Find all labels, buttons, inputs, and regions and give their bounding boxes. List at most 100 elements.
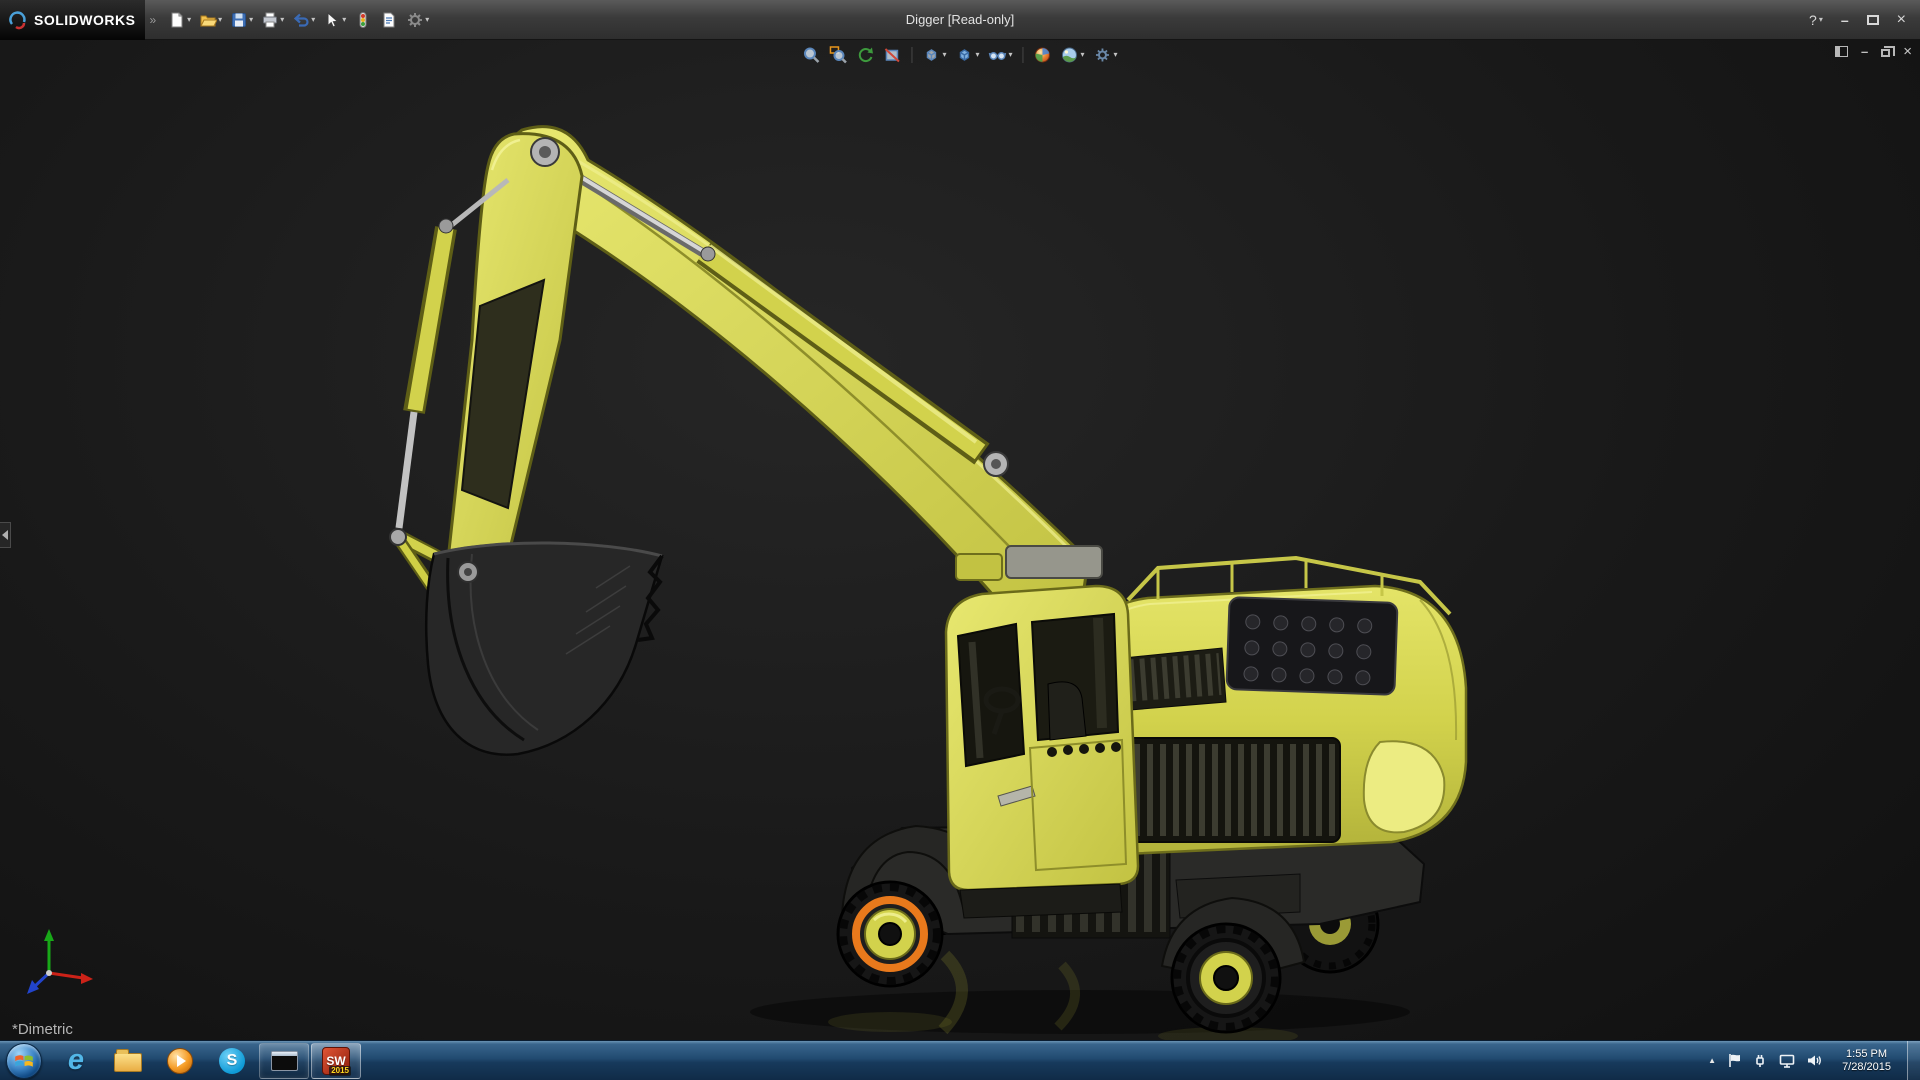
section-view-icon: [884, 48, 900, 63]
dropdown-arrow[interactable]: ▾: [942, 51, 946, 59]
dropdown-arrow[interactable]: ▾: [342, 15, 346, 24]
document-restore-button[interactable]: [1881, 46, 1896, 57]
apply-scene-icon: [1062, 47, 1078, 63]
dropdown-arrow: ▾: [1818, 14, 1823, 24]
dropdown-arrow[interactable]: ▾: [311, 15, 315, 24]
bucket[interactable]: [424, 541, 664, 756]
clock-date: 7/28/2015: [1842, 1060, 1891, 1073]
cab[interactable]: [944, 545, 1140, 919]
window-controls: ? ▾ – ×: [1809, 11, 1920, 29]
file-properties-button[interactable]: [378, 8, 400, 32]
select-button[interactable]: ▾: [321, 8, 348, 32]
previous-view-icon: [858, 47, 873, 63]
headsup-view-toolbar: ▾ ▾ ▾ ▾ ▾: [800, 44, 1119, 66]
show-desktop-button[interactable]: [1907, 1040, 1920, 1080]
solidworks-logo: SOLIDWORKS: [0, 0, 146, 40]
view-orientation-label: *Dimetric: [12, 1021, 73, 1038]
action-center-flag-icon[interactable]: [1728, 1053, 1741, 1068]
minimize-button[interactable]: –: [1841, 12, 1849, 28]
rebuild-traffic-light-icon: [359, 11, 367, 28]
dropdown-arrow[interactable]: ▾: [249, 15, 253, 24]
maximize-button[interactable]: [1866, 14, 1879, 25]
zoom-to-fit-button[interactable]: [800, 44, 822, 66]
graphics-area[interactable]: ▾ ▾ ▾ ▾ ▾ – × *Dimetric: [0, 40, 1920, 1040]
open-folder-icon: [200, 15, 218, 26]
taskbar-item-media-player[interactable]: [155, 1043, 205, 1079]
rebuild-button[interactable]: [352, 8, 374, 32]
zoom-to-fit-icon: [803, 47, 820, 63]
engine-vent-panel[interactable]: [1225, 596, 1399, 696]
view-orientation-button[interactable]: ▾: [920, 44, 948, 66]
edit-appearance-button[interactable]: [1032, 44, 1054, 66]
options-gear-icon: [408, 12, 423, 27]
taskbar-item-skype[interactable]: S: [207, 1043, 257, 1079]
skype-icon: S: [219, 1047, 245, 1074]
dropdown-arrow[interactable]: ▾: [1008, 51, 1012, 59]
brand-text: SOLIDWORKS: [34, 11, 136, 28]
previous-view-button[interactable]: [854, 44, 876, 66]
file-properties-icon: [383, 12, 395, 27]
orientation-triad: [27, 929, 93, 994]
wheel-rear-near[interactable]: [1170, 922, 1282, 1034]
taskbar-item-solidworks[interactable]: SW 2015: [311, 1042, 361, 1079]
toolbar-overflow-chevron[interactable]: »: [149, 13, 156, 27]
print-icon: [263, 12, 278, 27]
document-minimize-button[interactable]: –: [1861, 44, 1868, 59]
new-document-icon: [171, 12, 183, 27]
dropdown-arrow[interactable]: ▾: [280, 15, 284, 24]
start-button[interactable]: [6, 1042, 42, 1079]
help-button[interactable]: ? ▾: [1809, 12, 1823, 28]
apply-scene-button[interactable]: ▾: [1059, 44, 1087, 66]
view-orientation-cube-icon: [926, 49, 937, 61]
taskbar-item-internet-explorer[interactable]: e: [51, 1043, 101, 1079]
internet-explorer-icon: e: [67, 1044, 85, 1076]
display-style-icon: [959, 49, 970, 61]
options-button[interactable]: ▾: [404, 8, 431, 32]
help-glyph: ?: [1809, 11, 1817, 28]
solidworks-window: SOLIDWORKS » ▾ ▾ ▾ ▾ ▾ ▾ ▾ Digger [Read-…: [0, 0, 1920, 1080]
toolbar-separator: [1022, 47, 1024, 63]
select-cursor-icon: [327, 11, 339, 28]
close-button[interactable]: ×: [1897, 11, 1906, 29]
new-document-button[interactable]: ▾: [166, 8, 193, 32]
view-settings-button[interactable]: ▾: [1092, 44, 1120, 66]
command-prompt-icon: [270, 1050, 298, 1071]
dropdown-arrow[interactable]: ▾: [187, 15, 191, 24]
system-tray: ▲ 1:55 PM 7/28/2015: [1708, 1041, 1907, 1080]
dropdown-arrow[interactable]: ▾: [1081, 51, 1085, 59]
undo-icon: [294, 13, 309, 27]
view-settings-icon: [1096, 48, 1110, 62]
section-view-button[interactable]: [881, 44, 903, 66]
dropdown-arrow[interactable]: ▾: [218, 15, 222, 24]
dipper-cylinder[interactable]: [553, 160, 1009, 477]
save-button[interactable]: ▾: [228, 8, 255, 32]
hide-show-items-button[interactable]: ▾: [986, 44, 1014, 66]
taskbar-item-command-prompt[interactable]: [259, 1042, 309, 1079]
display-style-button[interactable]: ▾: [953, 44, 981, 66]
solidworks-app-icon: SW 2015: [322, 1046, 351, 1076]
boom-apex-pin-center: [539, 146, 551, 158]
open-button[interactable]: ▾: [197, 8, 224, 32]
save-icon: [232, 12, 247, 27]
ds-logo-icon: [9, 10, 26, 29]
power-plug-icon[interactable]: [1753, 1054, 1767, 1068]
hide-show-glasses-icon: [988, 52, 1007, 60]
feature-pane-toggle-icon[interactable]: [1835, 46, 1848, 57]
zoom-to-area-button[interactable]: [827, 44, 849, 66]
show-hidden-icons-button[interactable]: ▲: [1708, 1056, 1716, 1065]
dropdown-arrow[interactable]: ▾: [1114, 51, 1118, 59]
taskbar-clock[interactable]: 1:55 PM 7/28/2015: [1834, 1048, 1899, 1074]
dropdown-arrow[interactable]: ▾: [425, 15, 429, 24]
solidworks-version-badge: 2015: [329, 1065, 351, 1076]
undo-button[interactable]: ▾: [290, 8, 317, 32]
volume-icon[interactable]: [1807, 1054, 1822, 1067]
dropdown-arrow[interactable]: ▾: [975, 51, 979, 59]
document-close-button[interactable]: ×: [1903, 43, 1912, 60]
taskbar-item-windows-explorer[interactable]: [103, 1043, 153, 1079]
featuremanager-collapse-arrow[interactable]: [0, 522, 11, 548]
print-button[interactable]: ▾: [259, 8, 286, 32]
excavator-model-canvas[interactable]: [0, 40, 1920, 1040]
clock-time: 1:55 PM: [1846, 1047, 1888, 1060]
dipper-arm[interactable]: [446, 132, 584, 585]
network-display-icon[interactable]: [1779, 1054, 1795, 1068]
